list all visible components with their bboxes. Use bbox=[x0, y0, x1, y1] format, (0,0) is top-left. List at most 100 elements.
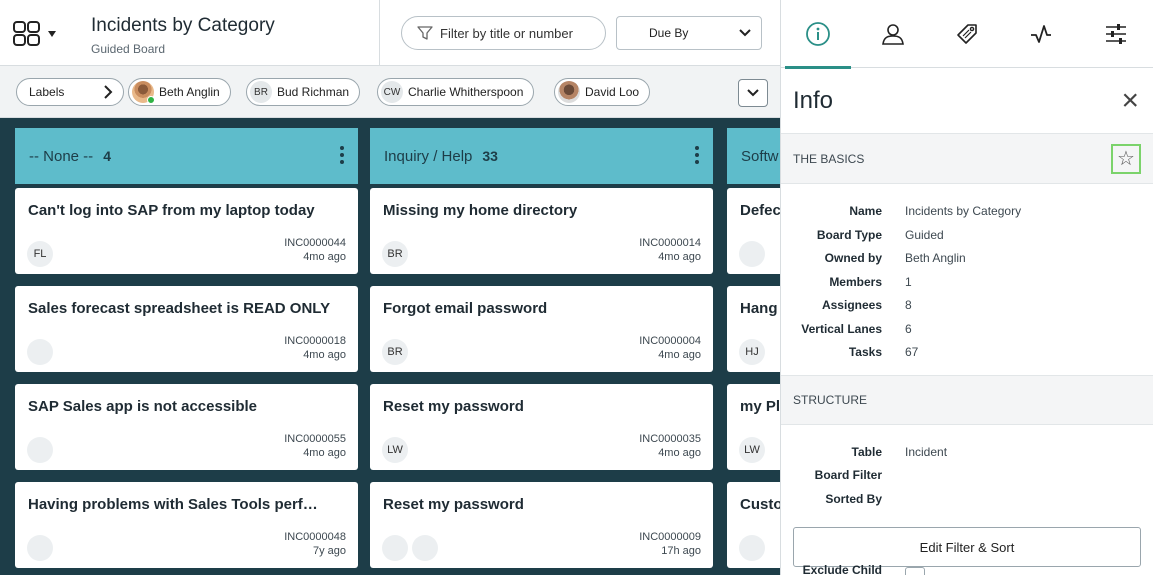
property-row: Owned by Beth Anglin bbox=[781, 247, 1153, 271]
assignee-avatar: FL bbox=[27, 241, 53, 267]
section-title: THE BASICS bbox=[793, 151, 865, 166]
tab-labels[interactable] bbox=[930, 0, 1004, 68]
tab-info[interactable] bbox=[781, 0, 855, 69]
lane-count: 4 bbox=[103, 148, 111, 164]
card-number: INC0000044 bbox=[284, 237, 346, 249]
property-key: Members bbox=[829, 274, 882, 289]
card-title: Sales forecast spreadsheet is READ ONLY bbox=[28, 300, 331, 317]
card-title: Having problems with Sales Tools perf… bbox=[28, 496, 318, 513]
property-row: Tasks 67 bbox=[781, 341, 1153, 365]
task-card[interactable]: Having problems with Sales Tools perf… I… bbox=[15, 482, 358, 568]
lane-title: Softw bbox=[741, 147, 779, 165]
task-card[interactable]: Custo bbox=[727, 482, 780, 568]
lane-menu-icon[interactable] bbox=[340, 146, 344, 164]
card-number: INC0000035 bbox=[639, 433, 701, 445]
tab-settings[interactable] bbox=[1079, 0, 1153, 68]
labels-label: Labels bbox=[29, 85, 65, 99]
card-title: Missing my home directory bbox=[383, 202, 578, 219]
property-key: Tasks bbox=[848, 345, 882, 359]
card-age: 4mo ago bbox=[658, 447, 701, 459]
property-row: Board Type Guided bbox=[781, 224, 1153, 248]
task-card[interactable]: Forgot email password BR INC0000004 4mo … bbox=[370, 286, 713, 372]
property-value: 6 bbox=[905, 321, 912, 336]
card-meta: INC0000009 17h ago bbox=[639, 530, 701, 558]
info-icon bbox=[806, 22, 831, 46]
user-icon bbox=[881, 24, 904, 45]
card-meta: INC0000004 4mo ago bbox=[639, 334, 701, 362]
card-title: Hang bbox=[740, 300, 778, 317]
member-chip-charlie-whitherspoon[interactable]: CW Charlie Whitherspoon bbox=[377, 78, 535, 106]
due-by-select[interactable]: Due By bbox=[616, 16, 762, 50]
task-card[interactable]: Hang HJ bbox=[727, 286, 780, 372]
lane-software: Softw Defec Hang HJ my Pl LW Custo bbox=[727, 128, 780, 568]
card-meta: INC0000044 4mo ago bbox=[284, 236, 346, 264]
close-icon[interactable]: × bbox=[1121, 85, 1139, 116]
task-card[interactable]: my Pl LW bbox=[727, 384, 780, 470]
task-card[interactable]: Reset my password INC0000009 17h ago bbox=[370, 482, 713, 568]
lane-header: -- None -- 4 bbox=[15, 128, 358, 184]
page-subtitle: Guided Board bbox=[91, 42, 166, 56]
task-card[interactable]: Sales forecast spreadsheet is READ ONLY … bbox=[15, 286, 358, 372]
task-card[interactable]: Defec bbox=[727, 188, 780, 274]
property-key: Exclude Child bbox=[802, 563, 882, 575]
avatar: CW bbox=[381, 81, 403, 103]
labels-button[interactable]: Labels bbox=[16, 78, 124, 106]
card-age: 4mo ago bbox=[658, 349, 701, 361]
card-number: INC0000009 bbox=[639, 531, 701, 543]
assignee-avatar: BR bbox=[382, 241, 408, 267]
card-number: INC0000014 bbox=[639, 237, 701, 249]
tab-activity[interactable] bbox=[1004, 0, 1078, 68]
assignee-avatar: LW bbox=[739, 437, 765, 463]
lane-menu-icon[interactable] bbox=[695, 146, 699, 164]
member-name: Bud Richman bbox=[277, 85, 350, 99]
card-age: 7y ago bbox=[312, 545, 346, 557]
task-card[interactable]: Reset my password LW INC0000035 4mo ago bbox=[370, 384, 713, 470]
lane-count: 33 bbox=[482, 148, 498, 164]
property-value: 1 bbox=[905, 274, 912, 289]
assignee-avatar bbox=[27, 339, 53, 365]
task-card[interactable]: SAP Sales app is not accessible INC00000… bbox=[15, 384, 358, 470]
caret-down-icon bbox=[48, 31, 56, 37]
due-by-label: Due By bbox=[649, 26, 689, 40]
property-key: Board Type bbox=[816, 227, 882, 242]
board-canvas: -- None -- 4 Can't log into SAP from my … bbox=[0, 118, 780, 575]
chevron-down-icon bbox=[747, 89, 759, 97]
member-chip-bud-richman[interactable]: BR Bud Richman bbox=[246, 78, 361, 106]
edit-filter-sort-button[interactable]: Edit Filter & Sort bbox=[793, 527, 1141, 567]
exclude-child-row: Exclude Child bbox=[781, 563, 1153, 575]
filter-input[interactable] bbox=[440, 25, 600, 41]
property-row: Sorted By bbox=[781, 488, 1153, 512]
lane-none: -- None -- 4 Can't log into SAP from my … bbox=[15, 128, 358, 568]
property-key: Board Filter bbox=[814, 468, 882, 482]
exclude-child-checkbox[interactable] bbox=[905, 567, 925, 575]
card-meta: INC0000014 4mo ago bbox=[639, 236, 701, 264]
card-age: 17h ago bbox=[661, 545, 701, 557]
member-chip-david-loo[interactable]: David Loo bbox=[554, 78, 651, 106]
card-title: Reset my password bbox=[383, 398, 524, 415]
member-chip-beth-anglin[interactable]: Beth Anglin bbox=[128, 78, 231, 106]
card-age: 4mo ago bbox=[303, 251, 346, 263]
card-age: 4mo ago bbox=[303, 447, 346, 459]
card-title: Forgot email password bbox=[383, 300, 548, 317]
task-card[interactable]: Can't log into SAP from my laptop today … bbox=[15, 188, 358, 274]
task-card[interactable]: Missing my home directory BR INC0000014 … bbox=[370, 188, 713, 274]
lane-header: Softw bbox=[727, 128, 780, 184]
tab-members[interactable] bbox=[855, 0, 929, 68]
lane-title: -- None -- bbox=[29, 147, 94, 165]
filter-field[interactable] bbox=[401, 16, 606, 50]
property-key: Assignees bbox=[821, 298, 882, 312]
star-icon: ☆ bbox=[1117, 148, 1135, 170]
member-name: Beth Anglin bbox=[159, 85, 220, 99]
favorite-star-button[interactable]: ☆ bbox=[1111, 143, 1141, 174]
assignee-avatar bbox=[27, 535, 53, 561]
assignee-avatar bbox=[412, 535, 438, 561]
sliders-icon bbox=[1105, 24, 1126, 44]
card-title: Defec bbox=[740, 202, 780, 219]
filter-icon bbox=[417, 26, 433, 40]
labels-toolbar: Labels Beth Anglin BR Bud Richman CW Cha… bbox=[0, 66, 780, 118]
card-age: 4mo ago bbox=[658, 251, 701, 263]
board-switcher-button[interactable] bbox=[12, 20, 72, 48]
expand-toolbar-button[interactable] bbox=[738, 79, 768, 107]
online-status-dot bbox=[147, 96, 155, 104]
tag-icon bbox=[957, 24, 977, 44]
